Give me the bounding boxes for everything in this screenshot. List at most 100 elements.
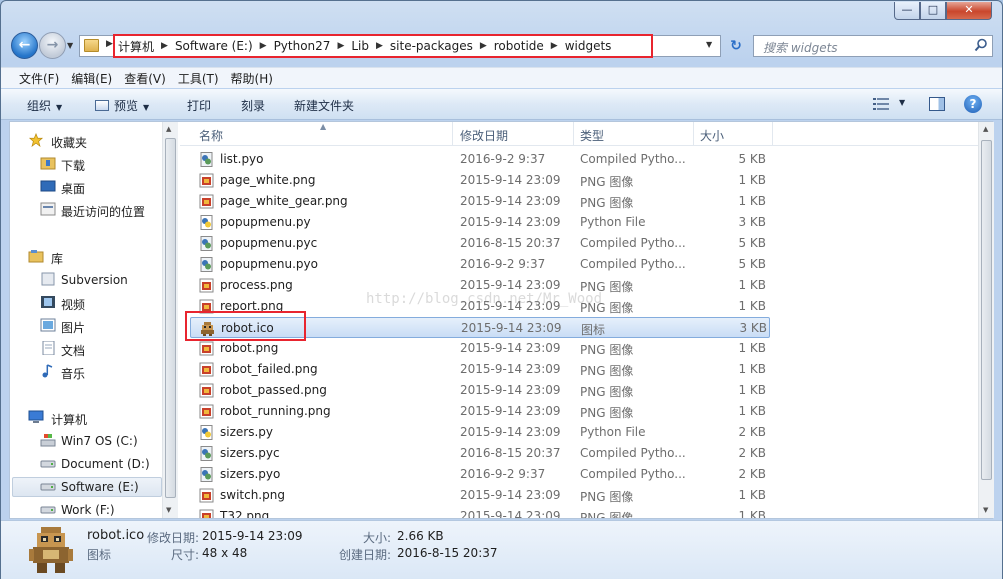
nav-item-documents[interactable]: 文档	[61, 342, 85, 359]
column-size[interactable]: 大小	[700, 127, 724, 144]
breadcrumb-arrow-icon[interactable]: ▶	[158, 41, 171, 51]
refresh-button[interactable]: ↻	[725, 35, 747, 57]
column-divider[interactable]	[772, 122, 773, 146]
minimize-button[interactable]: —	[894, 2, 920, 20]
table-row[interactable]: sizers.pyc 2016-8-15 20:37 Compiled Pytho.…	[190, 443, 770, 464]
breadcrumb-arrow-icon[interactable]: ▶	[548, 41, 561, 51]
table-row[interactable]: switch.png 2015-9-14 23:09 PNG 图像 1 KB	[190, 485, 770, 506]
details-created-value: 2016-8-15 20:37	[397, 546, 498, 560]
details-created-label: 创建日期:	[339, 548, 392, 562]
nav-item-desktop[interactable]: 桌面	[61, 180, 85, 197]
table-row[interactable]: page_white_gear.png 2015-9-14 23:09 PNG 图像…	[190, 191, 770, 212]
table-row[interactable]: page_white.png 2015-9-14 23:09 PNG 图像 1 KB	[190, 170, 770, 191]
table-row[interactable]: report.png 2015-9-14 23:09 PNG 图像 1 KB	[190, 296, 770, 317]
breadcrumb-item[interactable]: site-packages	[386, 39, 477, 53]
png-icon	[199, 404, 214, 419]
nav-item-videos[interactable]: 视频	[61, 296, 85, 313]
nav-item-subversion[interactable]: Subversion	[61, 273, 128, 287]
column-divider[interactable]	[573, 122, 574, 146]
help-icon[interactable]: ?	[964, 95, 982, 113]
nav-libraries-header[interactable]: 库	[51, 250, 63, 267]
nav-item-drive-d[interactable]: Document (D:)	[61, 457, 150, 471]
table-row[interactable]: popupmenu.py 2015-9-14 23:09 Python File 3 …	[190, 212, 770, 233]
search-input[interactable]: 搜索 widgets	[753, 35, 993, 57]
table-row[interactable]: robot.ico 2015-9-14 23:09 图标 3 KB	[190, 317, 770, 338]
breadcrumb-item[interactable]: Lib	[347, 39, 373, 53]
column-divider[interactable]	[452, 122, 453, 146]
address-bar[interactable]: ▶ 计算机 ▶ Software (E:) ▶ Python27 ▶ Lib ▶…	[79, 35, 721, 57]
column-divider[interactable]	[693, 122, 694, 146]
maximize-button[interactable]: □	[920, 2, 946, 20]
new-folder-button[interactable]: 新建文件夹	[294, 97, 354, 114]
file-name: popupmenu.py	[220, 215, 311, 229]
table-row[interactable]: robot.png 2015-9-14 23:09 PNG 图像 1 KB	[190, 338, 770, 359]
breadcrumb-arrow-icon[interactable]: ▶	[257, 41, 270, 51]
table-row[interactable]: list.pyo 2016-9-2 9:37 Compiled Pytho... 5 …	[190, 149, 770, 170]
search-icon[interactable]	[974, 38, 988, 52]
table-row[interactable]: robot_running.png 2015-9-14 23:09 PNG 图像 1 …	[190, 401, 770, 422]
back-button[interactable]: ←	[11, 32, 38, 59]
nav-computer-header[interactable]: 计算机	[51, 411, 87, 428]
scroll-down-icon[interactable]: ▼	[983, 506, 988, 514]
nav-item-pictures[interactable]: 图片	[61, 319, 85, 336]
menu-tools[interactable]: 工具(T)	[172, 70, 225, 87]
breadcrumb-root-arrow-icon[interactable]: ▶	[106, 39, 113, 49]
nav-item-drive-c[interactable]: Win7 OS (C:)	[61, 434, 138, 448]
file-modified: 2015-9-14 23:09	[461, 321, 562, 335]
breadcrumb-arrow-icon[interactable]: ▶	[477, 41, 490, 51]
file-name: popupmenu.pyo	[220, 257, 318, 271]
menu-edit[interactable]: 编辑(E)	[65, 70, 118, 87]
pyc-icon	[200, 446, 213, 461]
nav-item-drive-e[interactable]: Software (E:)	[61, 480, 139, 494]
table-row[interactable]: robot_failed.png 2015-9-14 23:09 PNG 图像 1 K…	[190, 359, 770, 380]
file-size: 1 KB	[738, 299, 766, 313]
column-type[interactable]: 类型	[580, 127, 604, 144]
scroll-down-icon[interactable]: ▼	[166, 506, 171, 514]
address-dropdown-icon[interactable]: ▼	[706, 40, 712, 49]
nav-item-downloads[interactable]: 下载	[61, 157, 85, 174]
details-size-label: 大小:	[363, 531, 392, 545]
table-row[interactable]: popupmenu.pyc 2016-8-15 20:37 Compiled Pyt…	[190, 233, 770, 254]
breadcrumb-item[interactable]: Python27	[270, 39, 335, 53]
preview-button[interactable]: 预览 ▼	[95, 97, 149, 114]
table-row[interactable]: T32.png 2015-9-14 23:09 PNG 图像 1 KB	[190, 506, 770, 518]
nav-item-recent[interactable]: 最近访问的位置	[61, 203, 145, 220]
breadcrumb-item[interactable]: 计算机	[114, 38, 158, 55]
view-options-dropdown-icon[interactable]: ▼	[899, 98, 905, 107]
table-row[interactable]: popupmenu.pyo 2016-9-2 9:37 Compiled Pytho…	[190, 254, 770, 275]
scroll-up-icon[interactable]: ▲	[166, 125, 171, 133]
nav-item-music[interactable]: 音乐	[61, 365, 85, 382]
details-size-value: 2.66 KB	[397, 529, 444, 543]
file-size: 2 KB	[738, 446, 766, 460]
breadcrumb-arrow-icon[interactable]: ▶	[334, 41, 347, 51]
nav-item-drive-f[interactable]: Work (F:)	[61, 503, 115, 517]
menu-view[interactable]: 查看(V)	[118, 70, 172, 87]
preview-pane-icon[interactable]	[929, 97, 945, 111]
breadcrumb-item[interactable]: Software (E:)	[171, 39, 257, 53]
breadcrumb-item[interactable]: robotide	[490, 39, 548, 53]
file-list-scroll-thumb[interactable]	[981, 140, 992, 480]
breadcrumb-item[interactable]: widgets	[561, 39, 616, 53]
menu-help[interactable]: 帮助(H)	[225, 70, 279, 87]
table-row[interactable]: sizers.pyo 2016-9-2 9:37 Compiled Pytho...…	[190, 464, 770, 485]
print-button[interactable]: 打印	[187, 97, 211, 114]
menu-file[interactable]: 文件(F)	[13, 70, 65, 87]
burn-button[interactable]: 刻录	[241, 97, 265, 114]
file-type: Compiled Pytho...	[580, 257, 686, 271]
details-dimensions-label: 尺寸:	[171, 548, 200, 562]
column-name[interactable]: 名称	[199, 127, 223, 144]
table-row[interactable]: sizers.py 2015-9-14 23:09 Python File 2 KB	[190, 422, 770, 443]
nav-favorites-header[interactable]: 收藏夹	[51, 134, 87, 151]
table-row[interactable]: robot_passed.png 2015-9-14 23:09 PNG 图像 1 K…	[190, 380, 770, 401]
forward-button[interactable]: →	[39, 32, 66, 59]
scroll-up-icon[interactable]: ▲	[983, 125, 988, 133]
file-list-scrollbar[interactable]: ▲ ▼	[978, 122, 994, 518]
table-row[interactable]: process.png 2015-9-14 23:09 PNG 图像 1 KB	[190, 275, 770, 296]
nav-pane-scroll-thumb[interactable]	[165, 138, 176, 498]
organize-button[interactable]: 组织 ▼	[27, 97, 62, 114]
change-view-icon[interactable]	[873, 98, 889, 110]
column-modified[interactable]: 修改日期	[460, 127, 508, 144]
recent-pages-dropdown-icon[interactable]: ▼	[67, 41, 73, 50]
close-button[interactable]: ✕	[946, 2, 992, 20]
breadcrumb-arrow-icon[interactable]: ▶	[373, 41, 386, 51]
